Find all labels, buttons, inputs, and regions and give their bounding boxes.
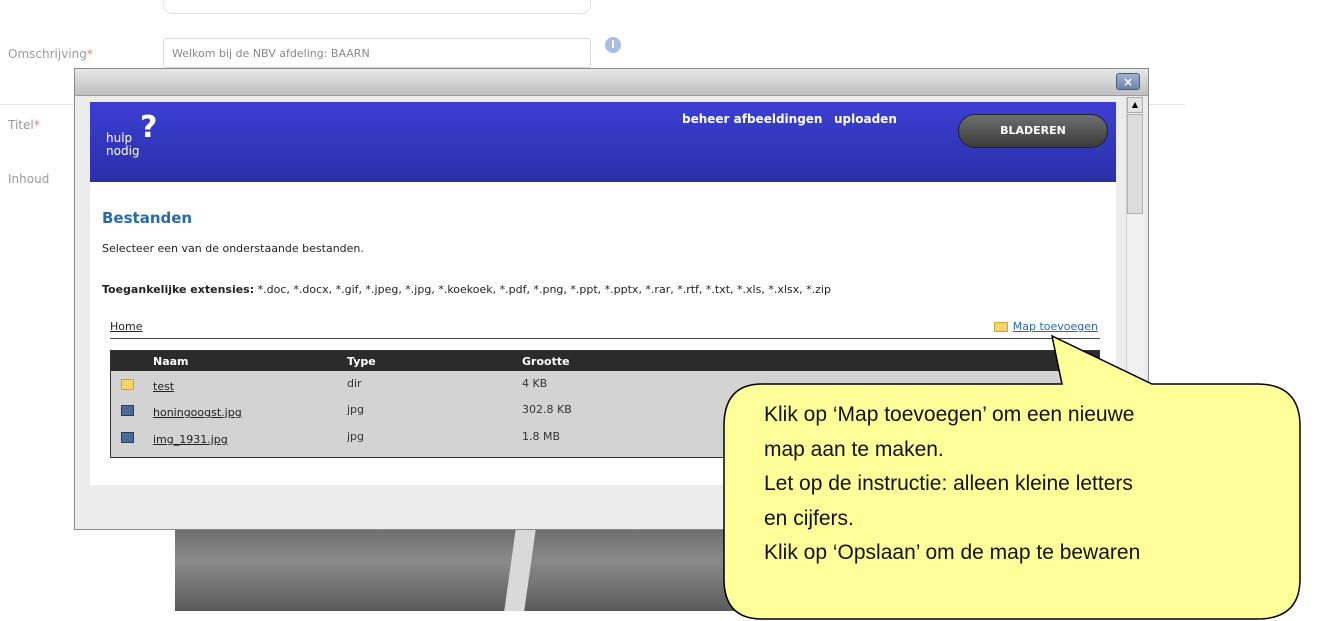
column-header-naam[interactable]: Naam (153, 355, 189, 368)
add-folder-link[interactable]: Map toevoegen (993, 320, 1098, 333)
instruction-callout: Klik op ‘Map toevoegen’ om een nieuwe ma… (722, 334, 1302, 621)
folder-icon (993, 322, 1008, 332)
scroll-thumb[interactable] (1127, 114, 1143, 214)
callout-line: Klik op ‘Map toevoegen’ om een nieuwe (764, 403, 1135, 426)
callout-line: map aan te maken. (764, 437, 944, 461)
close-icon[interactable]: × (1116, 73, 1140, 90)
callout-text: Klik op ‘Map toevoegen’ om een nieuwe ma… (764, 398, 1284, 571)
instruction-text: Selecteer een van de onderstaande bestan… (102, 242, 364, 255)
file-type: dir (347, 377, 362, 390)
nav-uploaden[interactable]: uploaden (834, 112, 897, 126)
header-banner: hulp ? nodig beheer afbeeldingen uploade… (90, 102, 1116, 182)
scroll-up-button[interactable]: ▲ (1127, 97, 1143, 113)
extensions-text: Toegankelijke extensies: *.doc, *.docx, … (102, 283, 831, 296)
column-header-type[interactable]: Type (347, 355, 376, 368)
column-header-grootte[interactable]: Grootte (522, 355, 570, 368)
background-top-field (163, 0, 591, 14)
file-size: 4 KB (522, 377, 548, 390)
image-file-icon (121, 432, 134, 443)
callout-line: Let op de instructie: alleen kleine lett… (764, 472, 1133, 495)
file-name[interactable]: img_1931.jpg (153, 433, 228, 446)
callout-line: Klik op ‘Opslaan’ om de map te bewaren (764, 541, 1141, 564)
dialog-titlebar[interactable]: × (75, 69, 1148, 96)
file-type: jpg (347, 430, 365, 443)
breadcrumb-home[interactable]: Home (110, 320, 142, 333)
omschrijving-input[interactable]: Welkom bij de NBV afdeling: BAARN (163, 38, 591, 68)
file-size: 302.8 KB (522, 403, 572, 416)
folder-icon (121, 379, 134, 390)
logo[interactable]: hulp ? nodig (106, 113, 157, 158)
nav-beheer-afbeeldingen[interactable]: beheer afbeeldingen (682, 112, 822, 126)
background-photo (175, 529, 795, 611)
image-file-icon (121, 405, 134, 416)
inhoud-label: Inhoud (8, 172, 50, 186)
file-name[interactable]: honingoogst.jpg (153, 406, 242, 419)
file-size: 1.8 MB (522, 430, 561, 443)
bladeren-button[interactable]: BLADEREN (958, 114, 1108, 148)
file-type: jpg (347, 403, 365, 416)
page-title: Bestanden (102, 209, 193, 227)
file-name[interactable]: test (153, 380, 174, 393)
info-icon[interactable]: i (605, 37, 621, 53)
omschrijving-label: Omschrijving* (8, 47, 93, 61)
callout-line: en cijfers. (764, 506, 854, 530)
titel-label: Titel* (8, 118, 40, 132)
